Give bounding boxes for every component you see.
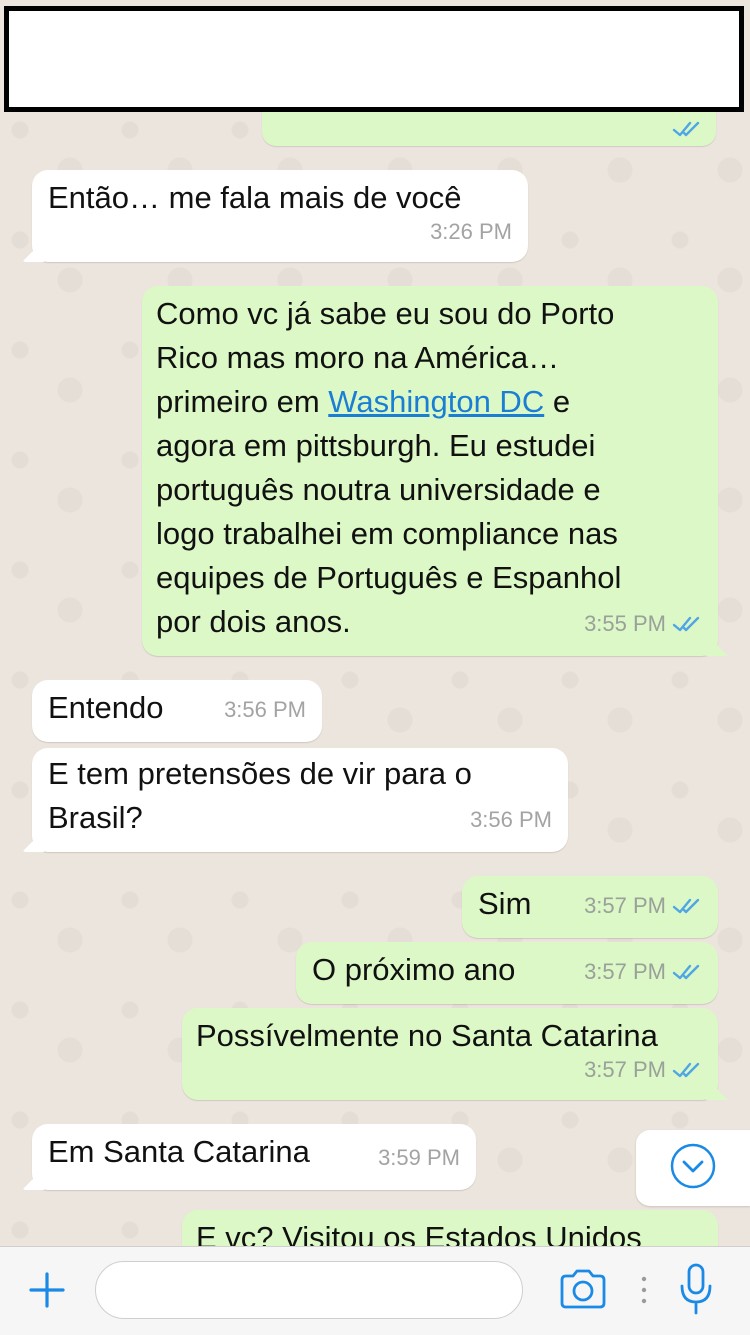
message-meta: 3:57 PM (584, 1048, 702, 1092)
read-receipt-icon (672, 615, 702, 633)
message-meta: 3:57 PM (584, 950, 702, 994)
message-time: 3:59 PM (378, 1145, 460, 1170)
message-text: Então… me fala mais de você (48, 180, 462, 215)
message-time: 3:57 PM (584, 959, 666, 984)
read-receipt-icon (672, 963, 702, 981)
more-options-button[interactable] (636, 1275, 652, 1309)
chevron-down-icon (669, 1142, 717, 1195)
message-text: Sim (478, 886, 532, 921)
message-text: Entendo (48, 690, 164, 725)
message-time: 3:56 PM (224, 697, 306, 722)
read-receipt-icon (672, 1061, 702, 1079)
message-time: 3:57 PM (584, 893, 666, 918)
message-bubble-incoming[interactable]: Em Santa Catarina 3:59 PM (32, 1124, 476, 1190)
message-text: Em Santa Catarina (48, 1134, 310, 1169)
message-bubble-outgoing[interactable]: O próximo ano 3:57 PM (296, 942, 718, 1004)
read-receipt-icon (672, 120, 702, 138)
message-meta: 3:57 PM (584, 884, 702, 928)
plus-icon (27, 1270, 67, 1315)
dots-vertical-icon (641, 1275, 647, 1310)
message-input-bar (0, 1246, 750, 1335)
message-time: 3:57 PM (584, 1057, 666, 1082)
message-bubble-outgoing-partial[interactable] (262, 108, 716, 146)
microphone-icon (677, 1262, 715, 1321)
message-bubble-outgoing[interactable]: Sim 3:57 PM (462, 876, 718, 938)
message-meta: 3:55 PM (584, 602, 702, 646)
message-time: 3:56 PM (470, 807, 552, 832)
voice-record-button[interactable] (672, 1263, 720, 1319)
message-bubble-incoming[interactable]: Entendo 3:56 PM (32, 680, 322, 742)
message-input[interactable] (95, 1261, 523, 1319)
attach-button[interactable] (22, 1267, 72, 1317)
message-time: 3:55 PM (584, 611, 666, 636)
message-link-washington-dc[interactable]: Washington DC (328, 384, 544, 419)
read-receipt-icon (672, 897, 702, 915)
message-text: E tem pretensões de vir para o Brasil? (48, 756, 472, 835)
message-bubble-outgoing[interactable]: Como vc já sabe eu sou do Porto Rico mas… (142, 286, 718, 656)
camera-icon (558, 1268, 608, 1315)
message-text: Como vc já sabe eu sou do Porto Rico mas… (156, 296, 622, 639)
message-text: O próximo ano (312, 952, 516, 987)
message-time: 3:26 PM (430, 219, 512, 244)
scroll-to-bottom-button[interactable] (636, 1130, 750, 1206)
message-bubble-incoming[interactable]: E tem pretensões de vir para o Brasil? 3… (32, 748, 568, 852)
message-bubble-outgoing[interactable]: Possívelmente no Santa Catarina 3:57 PM (182, 1008, 718, 1100)
message-bubble-incoming[interactable]: Então… me fala mais de você 3:26 PM (32, 170, 528, 262)
camera-button[interactable] (554, 1265, 612, 1317)
redacted-header (4, 6, 744, 112)
